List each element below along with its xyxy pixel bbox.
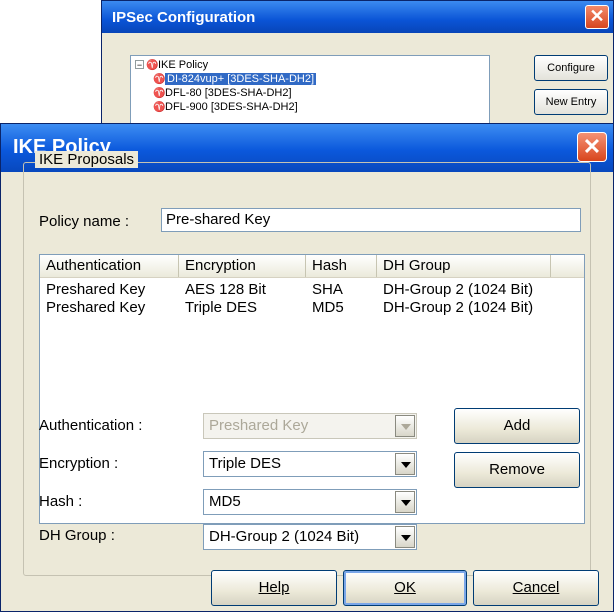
dh-group-select[interactable]: DH-Group 2 (1024 Bit) (203, 524, 417, 550)
close-icon: ✕ (582, 134, 602, 159)
remove-button[interactable]: Remove (454, 452, 580, 488)
tree-item-dfl-900[interactable]: ♈DFL-900 [3DES-SHA-DH2] (153, 100, 298, 114)
ike-policy-dialog: IKE Policy ✕ IKE Proposals Policy name :… (0, 123, 614, 612)
add-button[interactable]: Add (454, 408, 580, 444)
hash-label: Hash : (39, 493, 83, 510)
cell-encryption: Triple DES (185, 299, 257, 316)
tree-item-ike-policy[interactable]: − ♈IKE Policy (135, 58, 208, 72)
chevron-down-icon[interactable] (395, 453, 415, 475)
hash-value: MD5 (209, 493, 241, 510)
cancel-button[interactable]: Cancel (473, 570, 599, 606)
encryption-select[interactable]: Triple DES (203, 451, 417, 477)
cell-authentication: Preshared Key (46, 281, 146, 298)
policy-name-label: Policy name : (39, 213, 130, 230)
key-icon: ♈ (153, 102, 166, 113)
close-icon: ✕ (589, 6, 605, 26)
list-header: Authentication Encryption Hash DH Group (40, 255, 584, 278)
policy-tree[interactable]: − ♈IKE Policy ♈ DI-824vup+ [3DES-SHA-DH2] … (130, 55, 490, 131)
tree-item-label: DFL-900 [3DES-SHA-DH2] (165, 101, 298, 113)
hash-select[interactable]: MD5 (203, 489, 417, 515)
ipsec-close-button[interactable]: ✕ (585, 5, 609, 29)
cell-hash: SHA (312, 281, 343, 298)
dh-group-value: DH-Group 2 (1024 Bit) (209, 528, 360, 545)
ipsec-title-bar[interactable]: IPSec Configuration ✕ (102, 1, 613, 33)
tree-item-label: IKE Policy (158, 59, 209, 71)
encryption-label: Encryption : (39, 455, 119, 472)
cancel-label: Cancel (512, 579, 560, 596)
policy-name-input[interactable]: Pre-shared Key (161, 208, 581, 232)
remove-label: Remove (489, 461, 545, 478)
table-row[interactable]: Preshared Key Triple DES MD5 DH-Group 2 … (40, 297, 584, 317)
authentication-value: Preshared Key (209, 417, 309, 434)
ipsec-configuration-window: IPSec Configuration ✕ − ♈IKE Policy ♈ DI-8… (101, 0, 614, 131)
key-icon: ♈ (153, 74, 166, 85)
ok-label: OK (394, 579, 416, 596)
tree-item-di-824vup[interactable]: ♈ DI-824vup+ [3DES-SHA-DH2] (153, 72, 317, 86)
column-header-authentication[interactable]: Authentication (40, 255, 179, 277)
chevron-down-icon[interactable] (395, 491, 415, 513)
authentication-select: Preshared Key (203, 413, 417, 439)
cell-hash: MD5 (312, 299, 344, 316)
ok-button[interactable]: OK (343, 570, 467, 606)
column-header-filler (551, 255, 584, 277)
cell-dh-group: DH-Group 2 (1024 Bit) (383, 281, 534, 298)
ipsec-window-title: IPSec Configuration (112, 9, 256, 26)
cell-authentication: Preshared Key (46, 299, 146, 316)
tree-item-label: DFL-80 [3DES-SHA-DH2] (165, 87, 292, 99)
column-header-hash[interactable]: Hash (306, 255, 377, 277)
chevron-down-icon[interactable] (395, 526, 415, 548)
dh-group-label: DH Group : (39, 527, 115, 544)
tree-item-dfl-80[interactable]: ♈DFL-80 [3DES-SHA-DH2] (153, 86, 292, 100)
key-icon: ♈ (146, 60, 159, 71)
key-icon: ♈ (153, 88, 166, 99)
collapse-icon[interactable]: − (135, 60, 144, 70)
group-label: IKE Proposals (35, 151, 139, 168)
new-entry-button[interactable]: New Entry (534, 89, 608, 115)
tree-item-label: DI-824vup+ [3DES-SHA-DH2] (165, 73, 317, 85)
configure-label: Configure (547, 62, 595, 74)
cell-dh-group: DH-Group 2 (1024 Bit) (383, 299, 534, 316)
chevron-down-icon (395, 415, 415, 437)
column-header-dh-group[interactable]: DH Group (377, 255, 551, 277)
new-entry-label: New Entry (545, 96, 597, 108)
table-row[interactable]: Preshared Key AES 128 Bit SHA DH-Group 2… (40, 279, 584, 299)
add-label: Add (503, 417, 531, 434)
encryption-value: Triple DES (209, 455, 281, 472)
help-button[interactable]: Help (211, 570, 337, 606)
column-header-encryption[interactable]: Encryption (179, 255, 306, 277)
cell-encryption: AES 128 Bit (185, 281, 266, 298)
help-label: Help (258, 579, 290, 596)
authentication-label: Authentication : (39, 417, 143, 434)
dialog-close-button[interactable]: ✕ (577, 132, 607, 162)
configure-button[interactable]: Configure (534, 55, 608, 81)
